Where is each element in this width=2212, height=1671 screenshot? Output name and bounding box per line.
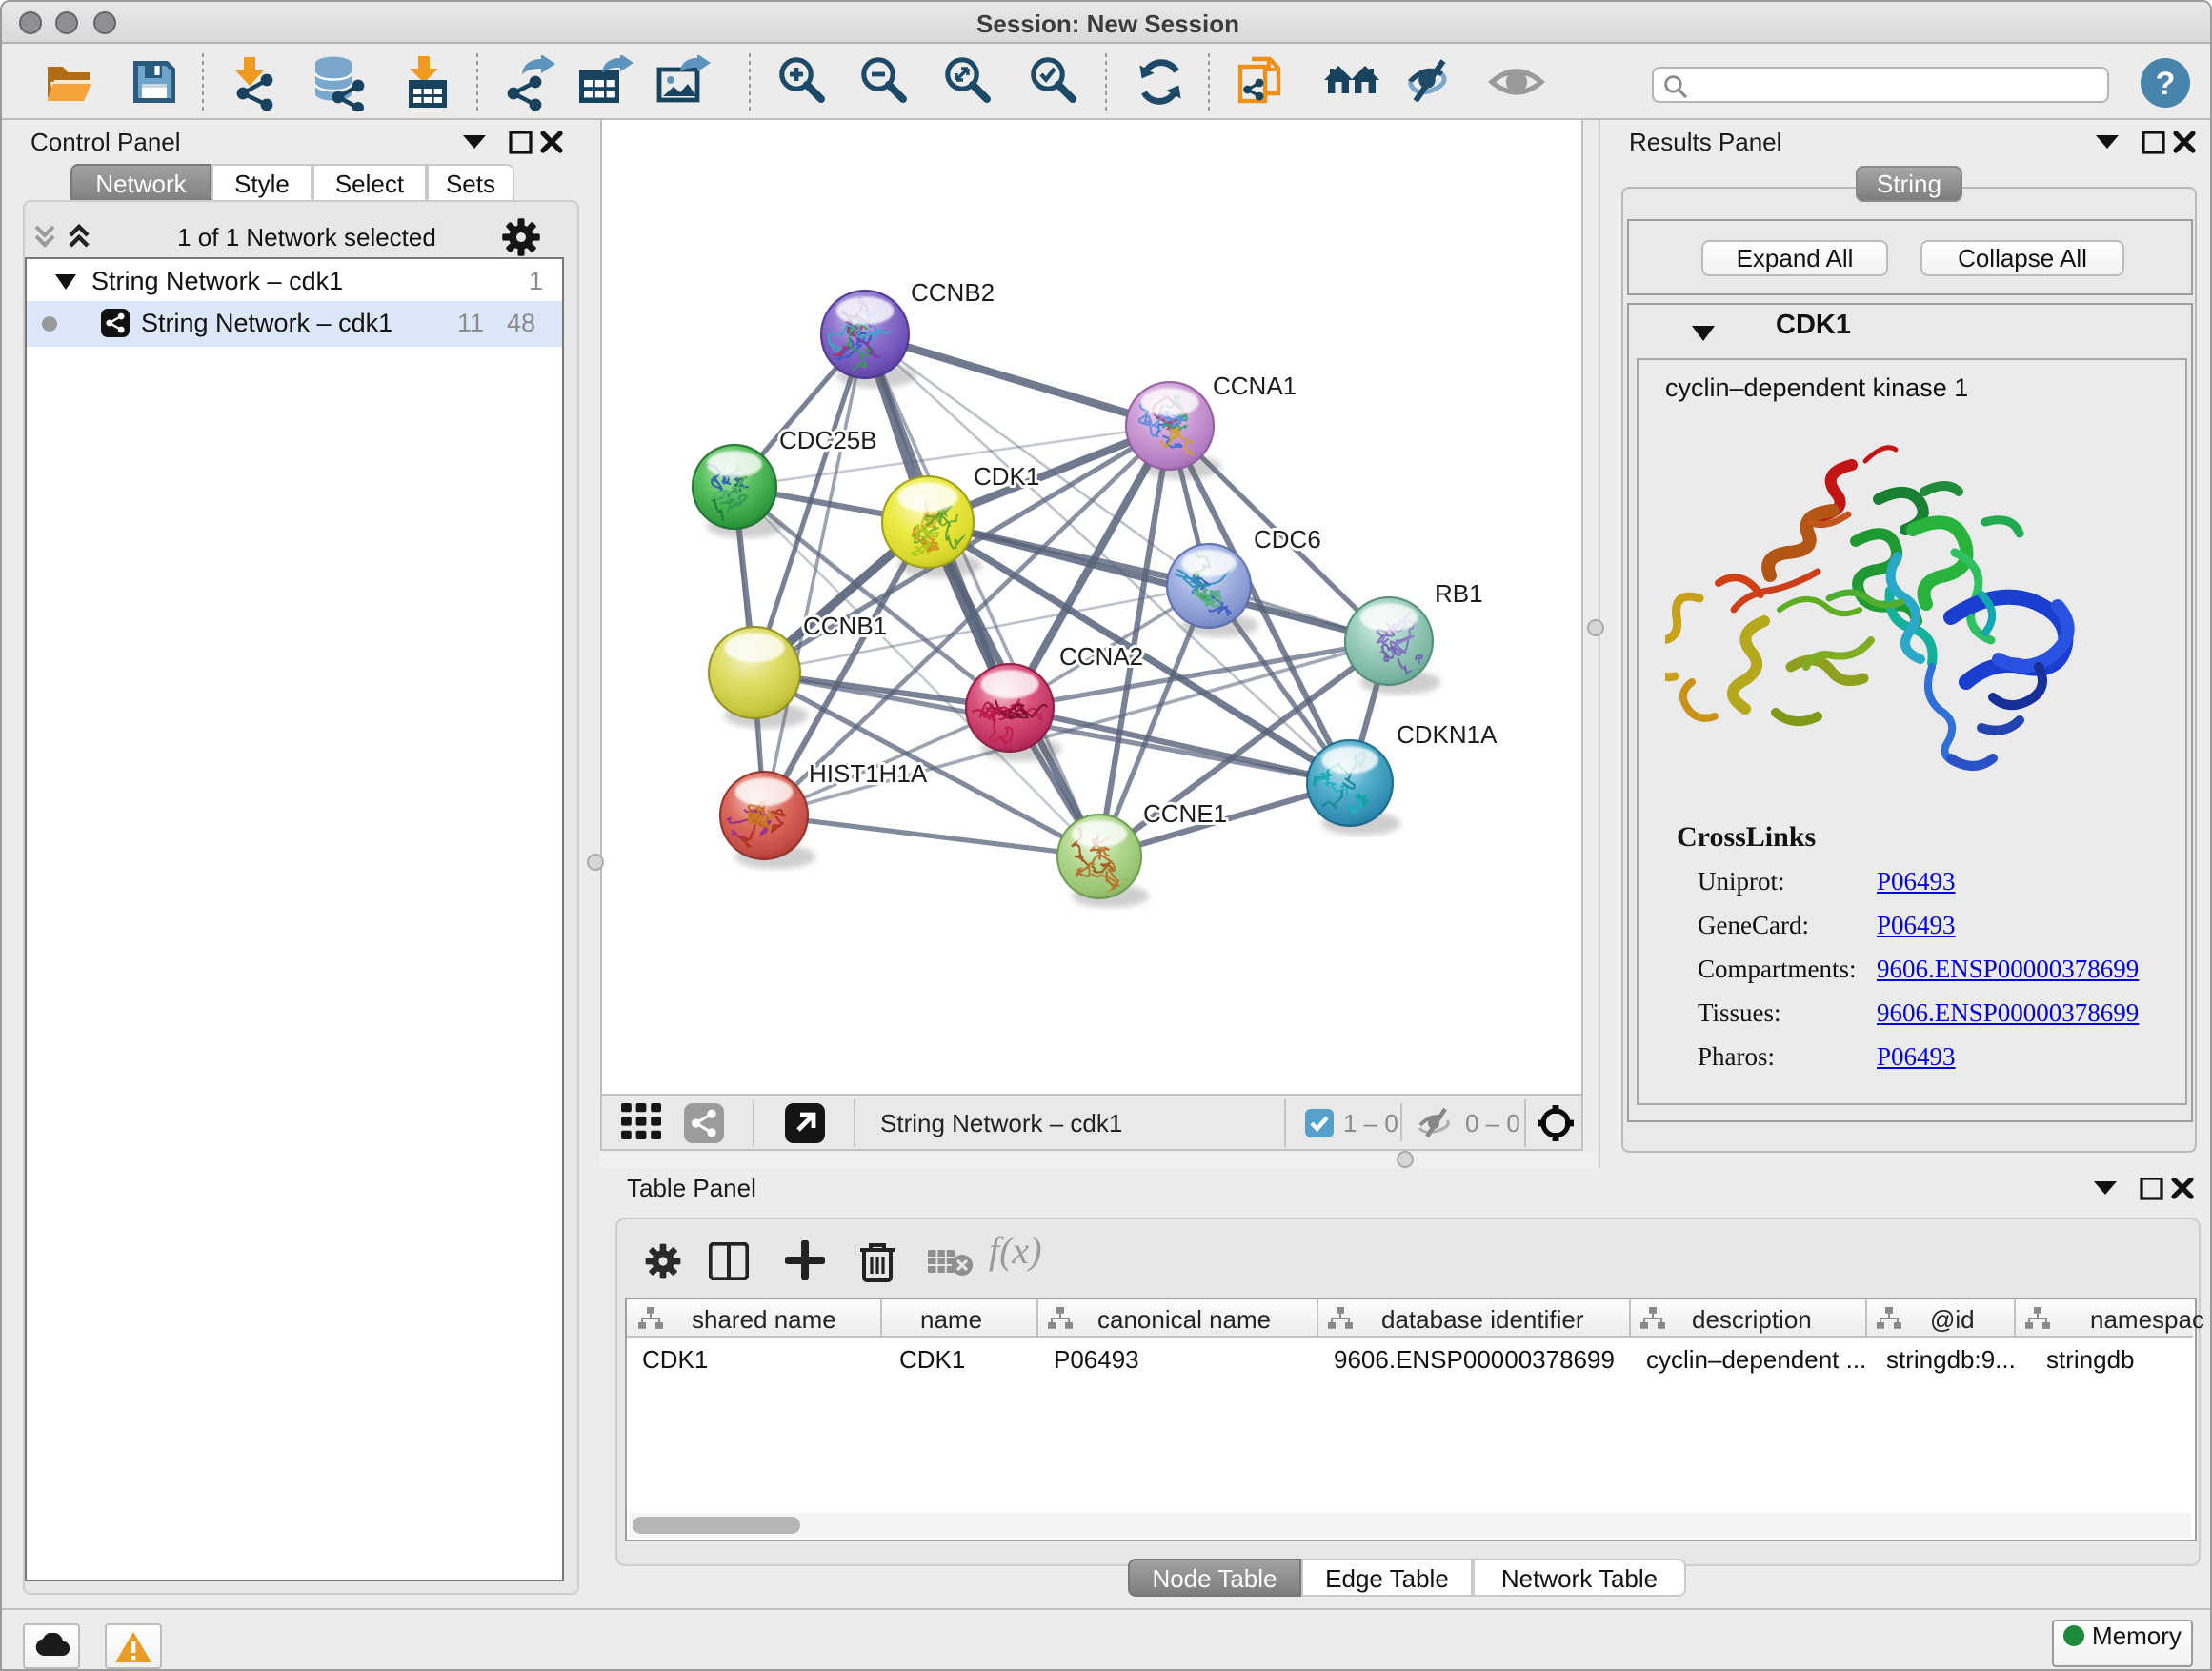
svg-text:CDC6: CDC6 (1254, 525, 1321, 554)
svg-text:?: ? (2156, 66, 2176, 102)
svg-text:CCNB1: CCNB1 (803, 612, 887, 640)
svg-text:HIST1H1A: HIST1H1A (809, 759, 928, 788)
svg-text:CDKN1A: CDKN1A (1397, 720, 1498, 749)
svg-text:RB1: RB1 (1435, 579, 1483, 608)
svg-text:CDK1: CDK1 (974, 462, 1039, 491)
svg-text:CCNB2: CCNB2 (911, 278, 995, 307)
svg-text:CDC25B: CDC25B (779, 426, 877, 454)
svg-text:CCNA1: CCNA1 (1213, 372, 1297, 400)
svg-text:CCNE1: CCNE1 (1143, 799, 1227, 828)
svg-text:CCNA2: CCNA2 (1059, 642, 1143, 671)
